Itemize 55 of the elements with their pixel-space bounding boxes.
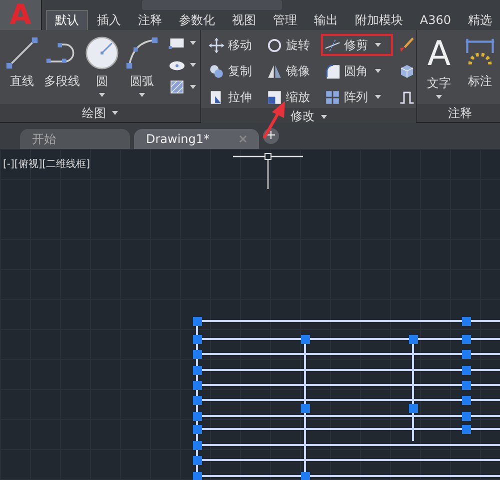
fillet-icon [324,62,341,80]
crosshair-cursor [233,153,303,189]
brush-icon [398,36,416,54]
tool-button[interactable]: 圆角 [321,60,393,82]
caret-icon [190,85,196,89]
tool-button[interactable]: 圆 [84,34,120,99]
tool-button[interactable]: 复制 [205,60,261,82]
caret-icon [112,111,118,115]
line-icon [5,36,39,70]
caret-icon [436,95,442,99]
arc-icon [125,36,159,70]
mirror-icon [266,62,283,80]
tool-button[interactable]: 阵列 [321,86,393,108]
caret-icon [375,95,381,99]
tool-button[interactable] [168,78,196,96]
viewport-label[interactable]: [-][俯视][二维线框] [3,157,90,171]
ribbon-tab[interactable]: 参数化 [170,10,223,30]
caret-icon [190,63,196,67]
annotation-arrow [262,100,288,140]
ribbon-tab[interactable]: 管理 [264,10,305,30]
cube-icon [398,62,416,80]
ribbon-tab[interactable]: 输出 [306,10,346,30]
ribbon-tab[interactable]: 插入 [88,10,129,30]
ribbon-tab[interactable]: 视图 [224,10,264,30]
panel-title: 注释 [417,104,500,122]
ribbon-tab[interactable]: A360 [412,10,459,30]
hatch-icon [168,78,186,96]
ribbon-tab[interactable]: 附加模块 [346,10,411,30]
ring-icon [266,36,283,54]
tool-button[interactable]: 标注 [461,34,499,92]
tool-button[interactable]: A 文字 [421,34,457,101]
tool-button[interactable]: 直线 [4,34,40,92]
caret-icon [190,41,196,45]
caret-icon [99,93,105,97]
tool-button[interactable]: 修剪 [321,34,393,56]
caret-icon [375,69,381,73]
circle-icon [85,36,119,70]
tool-button[interactable]: 圆弧 [124,34,160,99]
tool-button[interactable]: 移动 [205,34,261,56]
tool-button[interactable]: 旋转 [263,34,319,56]
array-icon [324,88,341,106]
ribbon-tab[interactable]: 精选 [460,10,500,30]
ribbon-tab[interactable]: 注释 [130,10,170,30]
tool-button[interactable]: 拉伸 [205,86,261,108]
caret-icon [320,114,326,118]
file-tab[interactable]: Drawing1* [134,129,259,149]
scale-icon [266,88,283,106]
ribbon-tab[interactable]: 默认 [46,10,88,30]
panel-title[interactable]: 绘图 [0,104,200,122]
tool-button[interactable]: 多段线 [44,34,80,92]
move-icon [208,36,225,54]
caret-icon [375,43,381,47]
tool-button[interactable]: 镜像 [263,60,319,82]
copy-icon [208,62,225,80]
caret-icon [139,93,145,97]
